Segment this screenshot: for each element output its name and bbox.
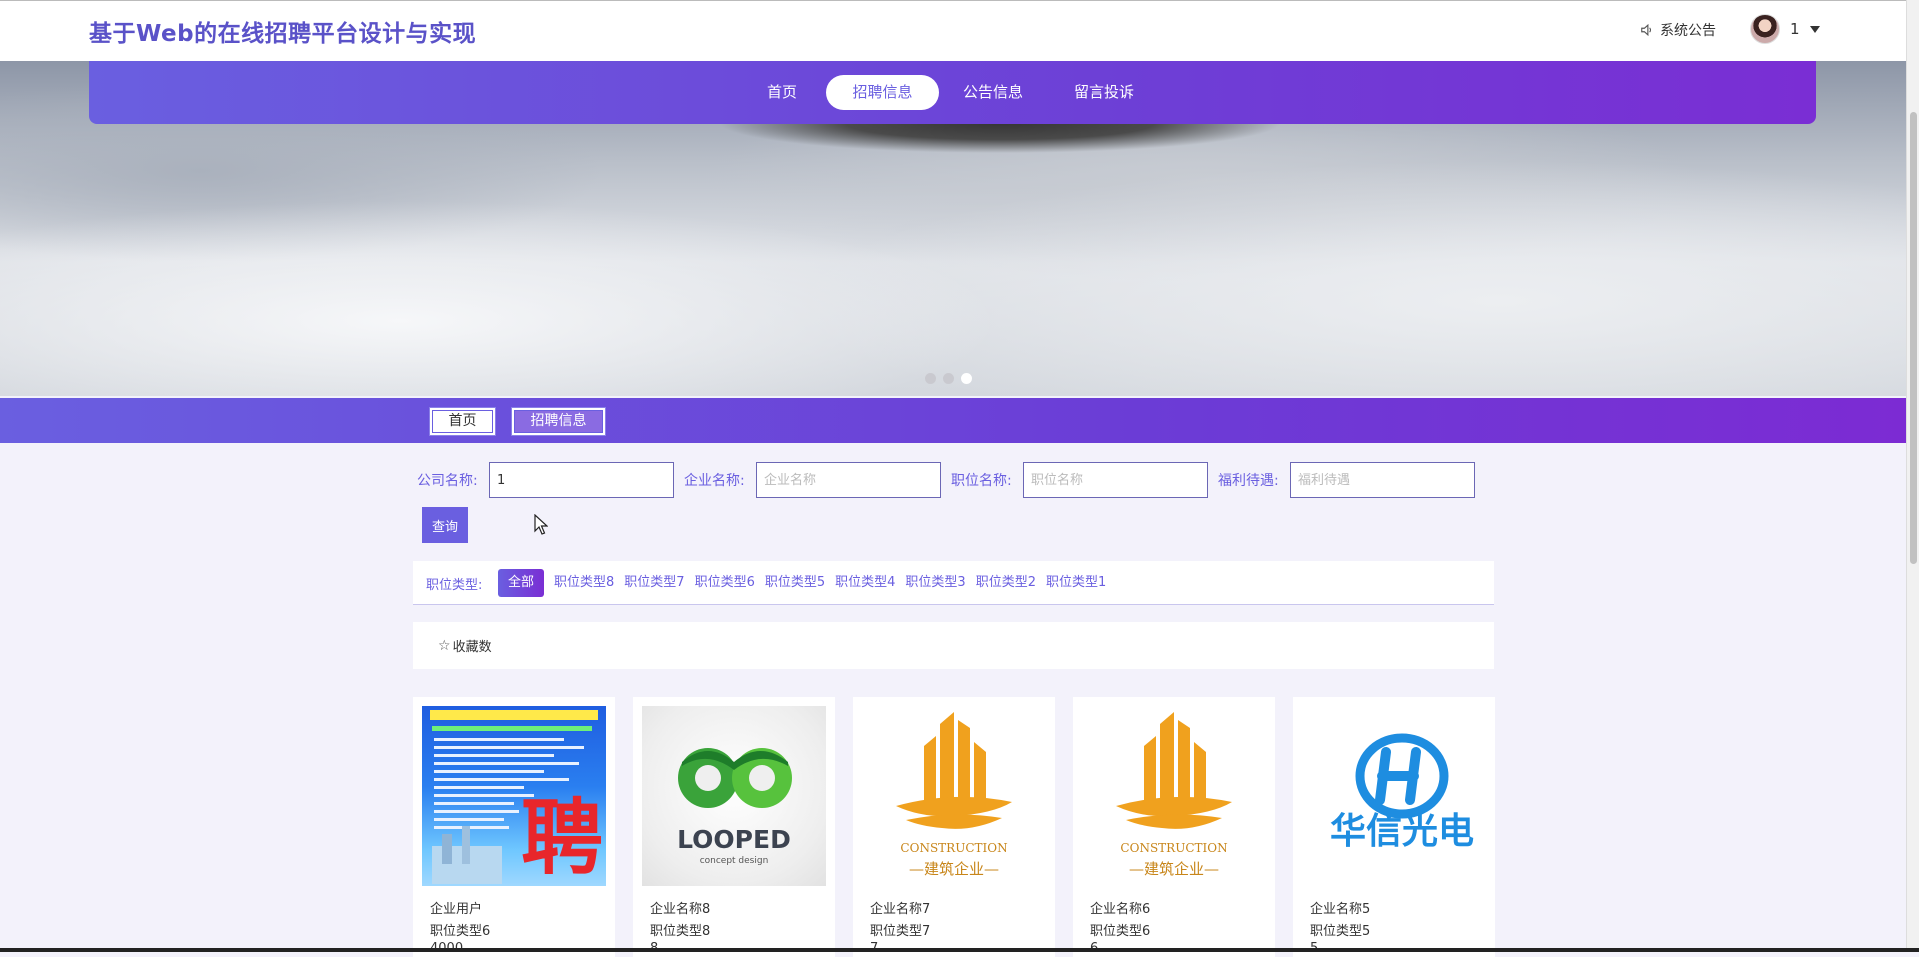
category-item[interactable]: 职位类型5 xyxy=(760,569,830,597)
card-company: 企业名称6 xyxy=(1090,902,1151,917)
top-header: 基于Web的在线招聘平台设计与实现 系统公告 1 xyxy=(0,0,1906,61)
sort-favorites-label: 收藏数 xyxy=(452,640,492,655)
category-item[interactable]: 职位类型3 xyxy=(900,569,970,597)
card-position-type: 职位类型7 xyxy=(870,924,931,939)
card-position-type: 职位类型6 xyxy=(1090,924,1151,939)
caret-down-icon xyxy=(1809,25,1820,33)
nav-recruitment[interactable]: 招聘信息 xyxy=(826,75,939,110)
welfare-label: 福利待遇: xyxy=(1218,473,1279,489)
query-button[interactable]: 查询 xyxy=(422,507,468,543)
job-card[interactable]: 聘 企业用户 职位类型6 4000 xyxy=(413,697,615,957)
sort-by-favorites-button[interactable]: ☆ 收藏数 xyxy=(438,636,492,656)
position-name-input[interactable] xyxy=(1023,462,1208,498)
category-item[interactable]: 职位类型4 xyxy=(830,569,900,597)
category-item[interactable]: 职位类型1 xyxy=(1041,569,1111,597)
nav-feedback[interactable]: 留言投诉 xyxy=(1069,75,1139,110)
position-name-label: 职位名称: xyxy=(951,473,1012,489)
mouse-cursor-icon xyxy=(534,514,548,535)
enterprise-name-label: 企业名称: xyxy=(684,473,745,489)
construction-logo-image: CONSTRUCTION —建筑企业— xyxy=(1082,706,1266,886)
construction-logo-graphic: CONSTRUCTION —建筑企业— xyxy=(896,712,1012,878)
carousel-dot[interactable] xyxy=(943,373,954,384)
construction-cn-text: —建筑企业— xyxy=(1129,860,1219,878)
speaker-icon xyxy=(1641,23,1652,37)
category-item[interactable]: 职位类型7 xyxy=(619,569,689,597)
window-bottom-edge xyxy=(0,948,1919,952)
huaxin-text: 华信光电 xyxy=(1330,811,1474,852)
category-item[interactable]: 职位类型6 xyxy=(690,569,760,597)
huaxin-logo-graphic: 华信光电 xyxy=(1330,733,1474,852)
breadcrumb: 首页 招聘信息 xyxy=(0,398,1906,443)
construction-logo-image: CONSTRUCTION —建筑企业— xyxy=(862,706,1046,886)
breadcrumb-current[interactable]: 招聘信息 xyxy=(512,408,605,435)
breadcrumb-home[interactable]: 首页 xyxy=(430,408,495,435)
scrollbar-thumb[interactable] xyxy=(1910,112,1917,564)
construction-cn-text: —建筑企业— xyxy=(909,860,999,878)
carousel-dot[interactable] xyxy=(925,373,936,384)
page-scrollbar[interactable] xyxy=(1906,0,1919,952)
category-all[interactable]: 全部 xyxy=(498,569,545,597)
category-item[interactable]: 职位类型8 xyxy=(549,569,619,597)
company-name-label: 公司名称: xyxy=(417,473,478,489)
job-card[interactable]: 华信光电 企业名称5 职位类型5 5 xyxy=(1293,697,1495,957)
construction-text: CONSTRUCTION xyxy=(900,841,1007,855)
nav-announcements[interactable]: 公告信息 xyxy=(958,75,1028,110)
carousel-indicators xyxy=(925,373,972,384)
recruit-char: 聘 xyxy=(521,791,603,886)
star-outline-icon: ☆ xyxy=(438,637,451,654)
sort-bar: ☆ 收藏数 xyxy=(413,622,1494,669)
system-notice-link[interactable]: 系统公告 xyxy=(1640,19,1716,41)
recruit-poster-image: 聘 xyxy=(422,706,606,886)
card-company: 企业名称7 xyxy=(870,902,931,917)
user-menu[interactable]: 1 xyxy=(1750,14,1820,44)
looped-logo-graphic: LOOPED concept design xyxy=(677,748,792,866)
card-position-type: 职位类型6 xyxy=(430,924,491,939)
job-card[interactable]: CONSTRUCTION —建筑企业— 企业名称6 职位类型6 6 xyxy=(1073,697,1275,957)
site-title[interactable]: 基于Web的在线招聘平台设计与实现 xyxy=(89,14,476,48)
construction-logo-graphic: CONSTRUCTION —建筑企业— xyxy=(1116,712,1232,878)
card-company: 企业名称8 xyxy=(650,902,711,917)
looped-logo-image: LOOPED concept design xyxy=(642,706,826,886)
welfare-input[interactable] xyxy=(1290,462,1475,498)
recruit-poster-graphic: 聘 xyxy=(430,710,603,886)
card-position-type: 职位类型5 xyxy=(1310,924,1371,939)
carousel-dot-active[interactable] xyxy=(961,373,972,384)
looped-text: LOOPED xyxy=(677,825,791,854)
position-type-label: 职位类型: xyxy=(426,578,483,593)
avatar xyxy=(1750,14,1780,44)
nav-home[interactable]: 首页 xyxy=(759,75,805,110)
card-company: 企业用户 xyxy=(430,902,483,917)
main-nav: 首页 招聘信息 公告信息 留言投诉 xyxy=(89,61,1816,124)
job-card-list: 聘 企业用户 职位类型6 4000 LOOPED concept design … xyxy=(413,697,1495,957)
system-notice-label: 系统公告 xyxy=(1660,23,1716,39)
card-position-type: 职位类型8 xyxy=(650,924,711,939)
category-item[interactable]: 职位类型2 xyxy=(971,569,1041,597)
job-card[interactable]: CONSTRUCTION —建筑企业— 企业名称7 职位类型7 7 xyxy=(853,697,1055,957)
enterprise-name-input[interactable] xyxy=(756,462,941,498)
job-card[interactable]: LOOPED concept design 企业名称8 职位类型8 8 xyxy=(633,697,835,957)
position-type-filter: 职位类型: 全部 职位类型8 职位类型7 职位类型6 职位类型5 职位类型4 职… xyxy=(413,561,1494,605)
card-company: 企业名称5 xyxy=(1310,902,1371,917)
huaxin-logo-image: 华信光电 xyxy=(1302,706,1486,886)
username: 1 xyxy=(1790,20,1800,38)
company-name-input[interactable] xyxy=(489,462,674,498)
looped-subtext: concept design xyxy=(700,856,769,866)
construction-text: CONSTRUCTION xyxy=(1120,841,1227,855)
